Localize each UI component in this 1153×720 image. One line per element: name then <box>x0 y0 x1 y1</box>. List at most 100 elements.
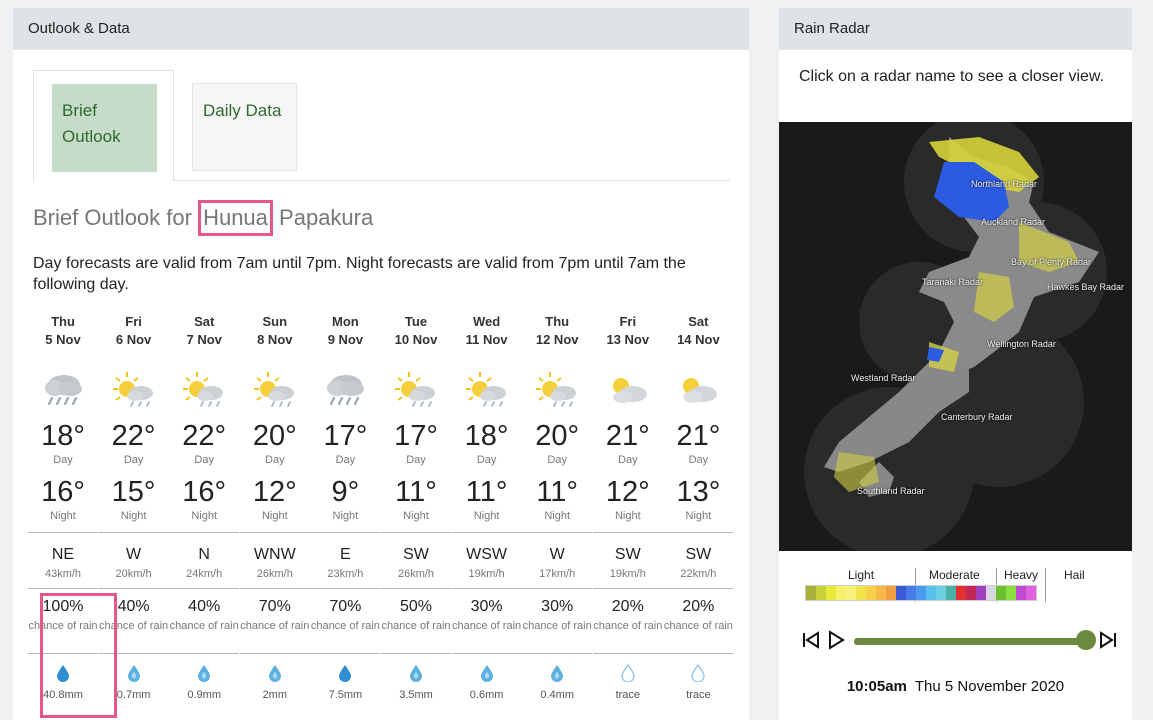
rain-chance-label: chance of rain <box>663 620 733 632</box>
day-temperature: 20° <box>535 420 580 452</box>
divider <box>451 588 522 589</box>
sun-cloud-icon <box>252 370 298 410</box>
radar-panel: Rain Radar Click on a radar name to see … <box>779 8 1132 720</box>
sun-cloud-icon <box>464 370 510 410</box>
divider <box>522 653 593 654</box>
legend-swatch <box>806 586 816 600</box>
legend-swatch <box>966 586 976 600</box>
radar-label-wellington[interactable]: Wellington Radar <box>987 339 1056 349</box>
radar-label-taranaki[interactable]: Taranaki Radar <box>922 277 983 287</box>
radar-label-southland[interactable]: Southland Radar <box>857 486 925 496</box>
skip-to-end-icon[interactable] <box>1098 630 1118 650</box>
legend-swatch <box>896 586 906 600</box>
sun-cloud-icon <box>393 370 439 410</box>
day-name: Tue <box>404 314 428 329</box>
legend-swatch <box>826 586 836 600</box>
day-label: Day <box>265 454 285 466</box>
day-date: 9 Nov <box>327 332 364 347</box>
day-name: Sat <box>194 314 215 329</box>
radar-label-bay-of-plenty[interactable]: Bay of Plenty Radar <box>1011 257 1091 267</box>
wind-direction: SW <box>614 546 641 563</box>
wind-direction: W <box>549 546 565 563</box>
night-label: Night <box>614 510 641 522</box>
divider <box>522 588 593 589</box>
forecast-validity-note: Day forecasts are valid from 7am until 7… <box>33 255 686 293</box>
day-name: Wed <box>472 314 501 329</box>
rain-chance: 40% <box>188 598 221 615</box>
tab-brief-outlook[interactable]: Brief Outlook <box>52 84 157 172</box>
day-name: Mon <box>332 314 359 329</box>
legend-swatch <box>916 586 926 600</box>
radar-map-image <box>804 122 1107 551</box>
forecast-days: Thu 5 Nov 18° Day 16° Night NE 43km/h 100% chance… <box>28 314 734 709</box>
rain-amount: trace <box>615 689 641 701</box>
wind-speed: 43km/h <box>44 568 82 580</box>
rain-chance: 20% <box>682 598 715 615</box>
night-label: Night <box>544 510 571 522</box>
radar-time: 10:05am <box>846 678 907 695</box>
legend-moderate-label: Moderate <box>929 568 980 582</box>
radar-timeline-track[interactable] <box>854 638 1086 645</box>
raindrop-icon <box>480 664 494 682</box>
play-icon[interactable] <box>826 630 846 650</box>
tab-daily-data[interactable]: Daily Data <box>192 83 297 171</box>
raindrop-icon <box>197 664 211 682</box>
radar-date: Thu 5 November 2020 <box>914 678 1065 695</box>
wind-speed: 24km/h <box>186 568 223 580</box>
divider <box>239 653 310 654</box>
forecast-day: Fri 13 Nov 21° Day 12° Night SW 19km/h 20% chance… <box>592 314 663 709</box>
radar-label-hawkes-bay[interactable]: Hawkes Bay Radar <box>1047 282 1124 292</box>
radar-legend: Light Moderate Heavy Hail <box>805 568 1105 608</box>
forecast-day: Sat 14 Nov 21° Day 13° Night SW 22km/h 20% chance… <box>663 314 734 709</box>
rain-chance-label: chance of rain <box>381 620 451 632</box>
day-date: 6 Nov <box>115 332 152 347</box>
radar-label-northland[interactable]: Northland Radar <box>971 179 1037 189</box>
night-label: Night <box>191 510 218 522</box>
radar-label-auckland[interactable]: Auckland Radar <box>981 217 1045 227</box>
day-temperature: 22° <box>182 420 227 452</box>
night-temperature: 12° <box>605 476 650 508</box>
radar-timeline-handle[interactable] <box>1076 630 1096 650</box>
rain-icon <box>40 370 86 410</box>
day-label: Day <box>53 454 73 466</box>
forecast-day: Thu 12 Nov 20° Day 11° Night W 17km/h 30% chance … <box>522 314 593 709</box>
wind-speed: 26km/h <box>256 568 293 580</box>
raindrop-icon <box>550 664 564 682</box>
night-label: Night <box>332 510 359 522</box>
rain-chance-label: chance of rain <box>169 620 239 632</box>
raindrop-icon <box>268 664 282 682</box>
night-temperature: 16° <box>41 476 85 508</box>
night-label: Night <box>403 510 429 522</box>
sun-cloud-icon <box>181 370 227 410</box>
rain-amount: 7.5mm <box>328 689 363 701</box>
rain-chance-label: chance of rain <box>452 620 522 632</box>
legend-swatch <box>886 586 896 600</box>
divider <box>592 532 663 533</box>
partly-cloudy-icon <box>605 370 651 410</box>
wind-speed: 19km/h <box>609 568 646 580</box>
partly-cloudy-icon <box>675 370 721 410</box>
wind-direction: N <box>198 546 210 563</box>
raindrop-icon <box>409 664 423 682</box>
legend-divider <box>1045 568 1046 602</box>
rain-chance-label: chance of rain <box>593 620 663 632</box>
radar-panel-header: Rain Radar <box>779 8 1132 50</box>
rain-chance: 20% <box>611 598 644 615</box>
skip-to-start-icon[interactable] <box>801 630 821 650</box>
legend-heavy-label: Heavy <box>1004 568 1039 582</box>
night-temperature: 12° <box>252 476 297 508</box>
rain-amount: 3.5mm <box>399 689 433 701</box>
divider <box>663 588 734 589</box>
radar-label-westland[interactable]: Westland Radar <box>851 373 915 383</box>
location-highlight[interactable]: Hunua <box>198 200 273 236</box>
radar-map[interactable]: Northland Radar Auckland Radar Bay of Pl… <box>779 122 1132 551</box>
night-label: Night <box>261 510 288 522</box>
rain-amount: trace <box>686 689 711 701</box>
radar-label-canterbury[interactable]: Canterbury Radar <box>941 412 1013 422</box>
day-temperature: 18° <box>41 420 85 452</box>
tab-brief-outlook-wrapper: Brief Outlook <box>33 70 174 181</box>
legend-swatch <box>956 586 966 600</box>
day-name: Fri <box>619 314 637 329</box>
wind-direction: E <box>340 546 351 563</box>
rain-amount: 2mm <box>262 689 288 701</box>
